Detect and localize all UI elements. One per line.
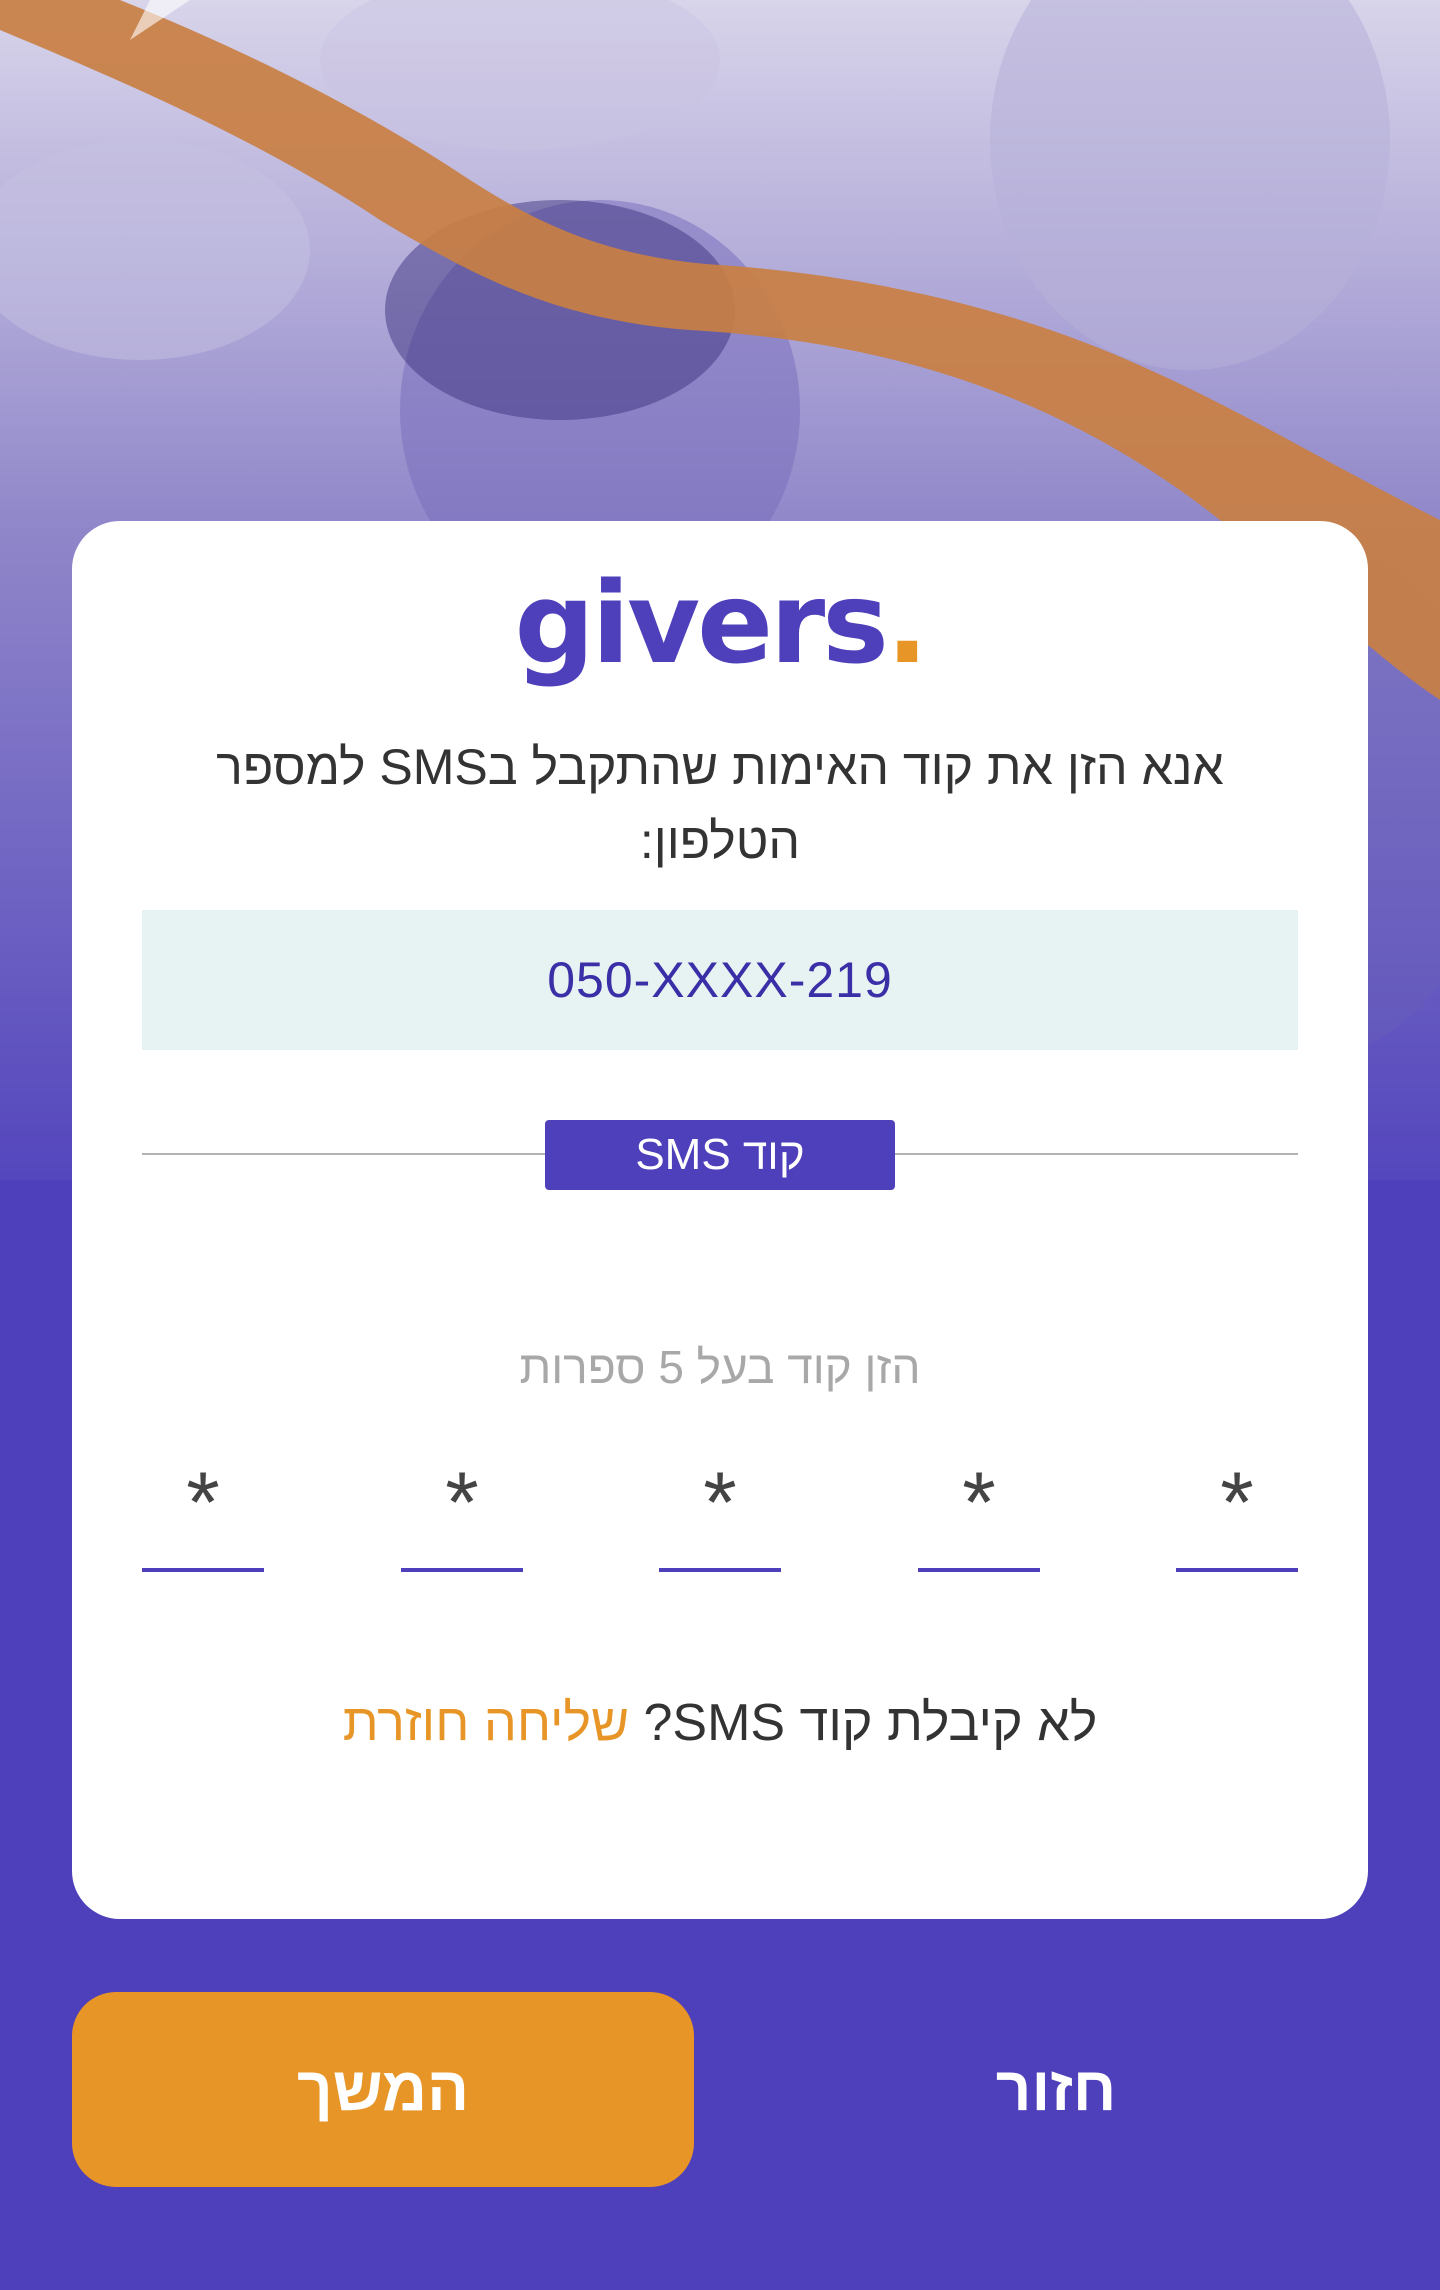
instruction-line-2: הטלפון: [639, 813, 801, 869]
resend-question: לא קיבלת קוד SMS? [643, 1694, 1098, 1752]
code-digit-5[interactable]: * [142, 1440, 264, 1572]
instruction-text: אנא הזן את קוד האימות שהתקבל בSMS למספר … [160, 730, 1280, 878]
instruction-line-1: אנא הזן את קוד האימות שהתקבל בSMS למספר [216, 739, 1224, 795]
code-digit-4[interactable]: * [401, 1440, 523, 1572]
givers-logo: givers. [0, 568, 1440, 680]
code-digit-1[interactable]: * [1176, 1440, 1298, 1572]
logo-text: givers [514, 559, 889, 689]
code-digit-2[interactable]: * [918, 1440, 1040, 1572]
resend-row: לא קיבלת קוד SMS? שליחה חוזרת [0, 1688, 1440, 1758]
continue-button[interactable]: המשך [72, 1992, 694, 2187]
code-digit-3[interactable]: * [659, 1440, 781, 1572]
sms-code-label: קוד SMS [545, 1120, 895, 1190]
resend-link[interactable]: שליחה חוזרת [343, 1694, 629, 1752]
back-button[interactable]: חזור [876, 1992, 1236, 2187]
code-hint: הזן קוד בעל 5 ספרות [519, 1341, 921, 1393]
phone-number-display: 050-XXXX-219 [142, 910, 1298, 1050]
logo-dot: . [885, 559, 929, 689]
